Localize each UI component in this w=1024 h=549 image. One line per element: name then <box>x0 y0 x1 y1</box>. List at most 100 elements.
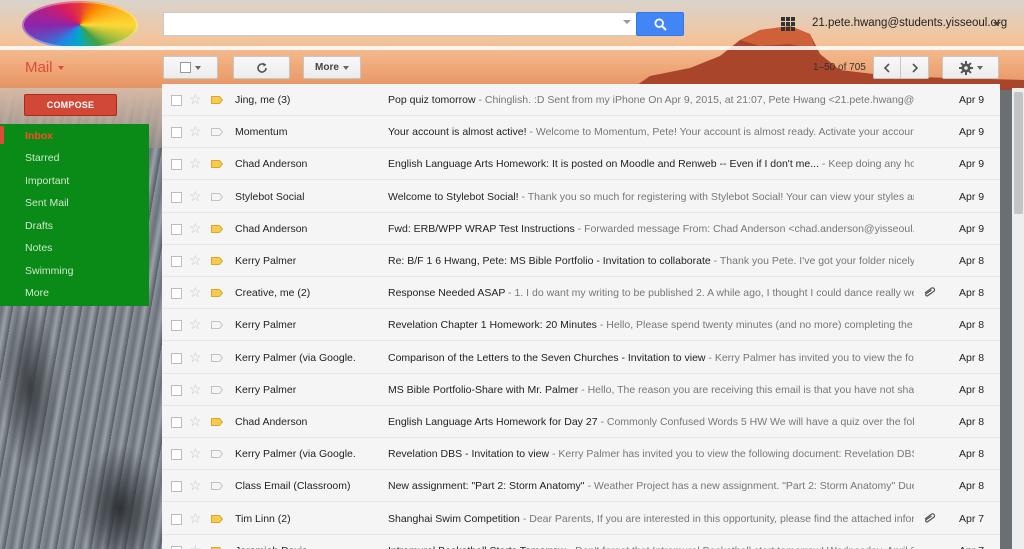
message-row[interactable]: ☆ Jing, me (3) Pop quiz tomorrow - Chingli… <box>162 84 1000 116</box>
star-icon[interactable]: ☆ <box>189 477 202 493</box>
important-marker-icon[interactable] <box>211 160 223 168</box>
star-icon[interactable]: ☆ <box>189 316 202 332</box>
message-checkbox[interactable] <box>171 353 182 364</box>
message-row[interactable]: ☆ Stylebot Social Welcome to Stylebot Soci… <box>162 181 1000 213</box>
message-row[interactable]: ☆ Jeremiah DavisIntramural Basketball Sta… <box>162 535 1000 549</box>
message-row[interactable]: ☆ Chad Anderson English Language Arts Home… <box>162 148 1000 180</box>
message-row[interactable]: ☆ Kerry Palmer Revelation Chapter 1 Homewo… <box>162 309 1000 341</box>
message-row[interactable]: ☆ Class Email (Classroom) New assignment: … <box>162 470 1000 502</box>
star-icon[interactable]: ☆ <box>189 510 202 526</box>
important-marker-icon[interactable] <box>211 289 223 297</box>
more-actions-button[interactable]: More <box>303 56 361 79</box>
message-row[interactable]: ☆ Tim Linn (2) Shanghai Swim Competition -… <box>162 503 1000 535</box>
star-icon[interactable]: ☆ <box>189 91 202 107</box>
select-all-checkbox-icon <box>180 62 191 73</box>
message-subject-line: English Language Arts Homework: It is po… <box>388 158 914 170</box>
message-subject-line: Pop quiz tomorrow - Chinglish. :D Sent f… <box>388 94 914 106</box>
important-marker-icon[interactable] <box>211 225 223 233</box>
message-subject: Response Needed ASAP <box>388 287 506 299</box>
message-subject: Your account is almost active! <box>388 126 527 138</box>
star-icon[interactable]: ☆ <box>189 220 202 236</box>
refresh-button[interactable] <box>233 56 290 79</box>
star-icon[interactable]: ☆ <box>189 123 202 139</box>
message-row[interactable]: ☆ Kerry Palmer MS Bible Portfolio-Share wi… <box>162 374 1000 406</box>
message-row[interactable]: ☆ Kerry Palmer (via Google. Revelation DBS… <box>162 438 1000 470</box>
important-marker-icon[interactable] <box>211 96 223 104</box>
message-subject: Fwd: ERB/WPP WRAP Test Instructions <box>388 223 575 235</box>
sidebar-active-indicator <box>0 126 4 144</box>
message-row[interactable]: ☆ Chad Anderson English Language Arts Home… <box>162 406 1000 438</box>
message-row[interactable]: ☆ Momentum Your account is almost active! … <box>162 116 1000 148</box>
important-marker-icon[interactable] <box>211 321 223 329</box>
mail-switcher-caret-icon[interactable] <box>58 66 64 70</box>
message-checkbox[interactable] <box>171 159 182 170</box>
message-checkbox[interactable] <box>171 417 182 428</box>
message-checkbox[interactable] <box>171 514 182 525</box>
message-sender: Kerry Palmer <box>235 384 297 396</box>
message-subject-line: Shanghai Swim Competition - Dear Parents… <box>388 513 914 525</box>
star-icon[interactable]: ☆ <box>189 349 202 365</box>
message-checkbox[interactable] <box>171 127 182 138</box>
settings-button[interactable] <box>942 56 999 79</box>
important-marker-icon[interactable] <box>211 193 223 201</box>
message-date: Apr 7 <box>959 513 985 525</box>
important-marker-icon[interactable] <box>211 128 223 136</box>
sidebar-item-drafts[interactable]: Drafts <box>25 220 53 232</box>
sidebar-nav <box>0 124 149 306</box>
message-sender: Chad Anderson <box>235 416 308 428</box>
sidebar-item-important[interactable]: Important <box>25 175 69 187</box>
star-icon[interactable]: ☆ <box>189 542 202 549</box>
sidebar-item-inbox[interactable]: Inbox <box>25 130 53 142</box>
mail-switcher[interactable]: Mail <box>25 59 53 76</box>
message-sender: Chad Anderson <box>235 223 308 235</box>
message-checkbox[interactable] <box>171 385 182 396</box>
message-subject-line: New assignment: "Part 2: Storm Anatomy" … <box>388 480 914 492</box>
search-button[interactable] <box>636 12 684 36</box>
important-marker-icon[interactable] <box>211 450 223 458</box>
account-caret-icon[interactable] <box>993 22 1001 26</box>
important-marker-icon[interactable] <box>211 482 223 490</box>
important-marker-icon[interactable] <box>211 257 223 265</box>
message-checkbox[interactable] <box>171 95 182 106</box>
select-all-button[interactable] <box>163 56 218 79</box>
scrollbar-thumb[interactable] <box>1014 92 1023 214</box>
sidebar-item-more[interactable]: More <box>25 287 49 299</box>
message-row[interactable]: ☆ Creative, me (2) Response Needed ASAP - … <box>162 277 1000 309</box>
message-row[interactable]: ☆ Chad Anderson Fwd: ERB/WPP WRAP Test Ins… <box>162 213 1000 245</box>
message-checkbox[interactable] <box>171 449 182 460</box>
sidebar-item-starred[interactable]: Starred <box>25 152 59 164</box>
star-icon[interactable]: ☆ <box>189 252 202 268</box>
important-marker-icon[interactable] <box>211 515 223 523</box>
star-icon[interactable]: ☆ <box>189 155 202 171</box>
search-input[interactable] <box>163 12 637 36</box>
account-email[interactable]: 21.pete.hwang@students.yisseoul.org <box>812 17 1007 29</box>
star-icon[interactable]: ☆ <box>189 445 202 461</box>
message-checkbox[interactable] <box>171 192 182 203</box>
important-marker-icon[interactable] <box>211 418 223 426</box>
older-page-button[interactable] <box>900 56 929 79</box>
message-date: Apr 9 <box>959 126 985 138</box>
search-options-caret-icon[interactable] <box>623 20 631 24</box>
important-marker-icon[interactable] <box>211 386 223 394</box>
star-icon[interactable]: ☆ <box>189 381 202 397</box>
star-icon[interactable]: ☆ <box>189 284 202 300</box>
star-icon[interactable]: ☆ <box>189 413 202 429</box>
message-checkbox[interactable] <box>171 256 182 267</box>
message-date: Apr 9 <box>959 94 985 106</box>
apps-grid-icon[interactable] <box>781 17 795 31</box>
message-checkbox[interactable] <box>171 288 182 299</box>
message-checkbox[interactable] <box>171 320 182 331</box>
sidebar-item-swimming[interactable]: Swimming <box>25 265 73 277</box>
message-subject-line: Intramural Basketball Starts Tomorrow - … <box>388 545 914 549</box>
logo[interactable] <box>22 1 138 49</box>
newer-page-button[interactable] <box>873 56 901 79</box>
compose-button[interactable]: COMPOSE <box>24 94 117 116</box>
message-checkbox[interactable] <box>171 481 182 492</box>
star-icon[interactable]: ☆ <box>189 188 202 204</box>
sidebar-item-sent-mail[interactable]: Sent Mail <box>25 197 69 209</box>
important-marker-icon[interactable] <box>211 354 223 362</box>
message-row[interactable]: ☆ Kerry Palmer Re: B/F 1 6 Hwang, Pete: MS… <box>162 245 1000 277</box>
message-checkbox[interactable] <box>171 224 182 235</box>
message-row[interactable]: ☆ Kerry Palmer (via Google. Comparison of … <box>162 342 1000 374</box>
sidebar-item-notes[interactable]: Notes <box>25 242 52 254</box>
